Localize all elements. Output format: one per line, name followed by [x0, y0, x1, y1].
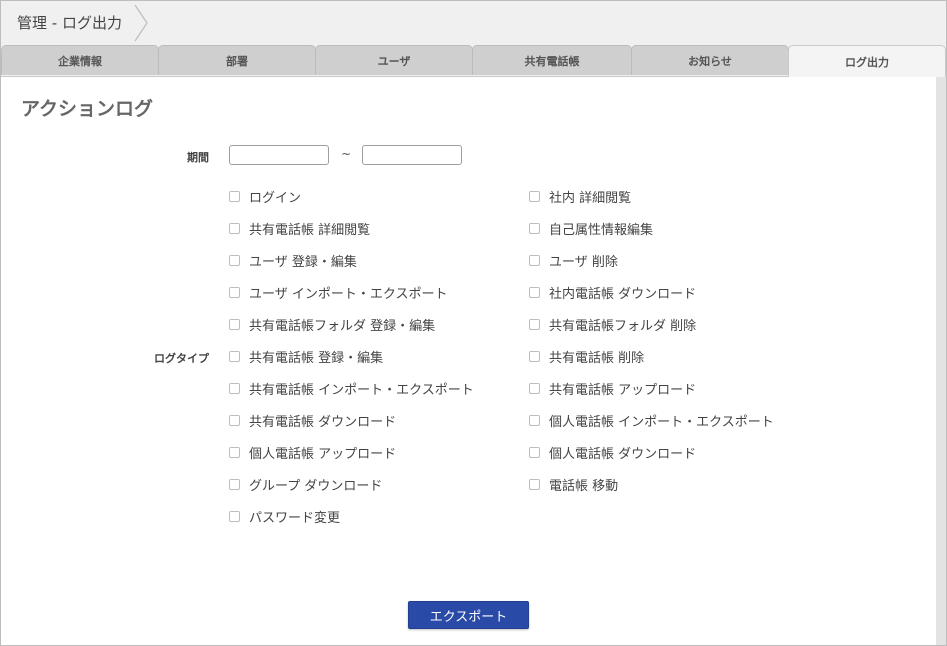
checkbox-icon[interactable]	[229, 414, 240, 426]
tab-bar: 企業情報 部署 ユーザ 共有電話帳 お知らせ ログ出力	[1, 45, 946, 77]
option-label: 共有電話帳フォルダ 削除	[549, 318, 697, 334]
option-label: ユーザ 削除	[549, 254, 618, 270]
checkbox-icon[interactable]	[529, 446, 540, 458]
chevron-right-icon	[134, 4, 148, 42]
checkbox-icon[interactable]	[529, 478, 540, 490]
logtype-option-user-delete[interactable]: ユーザ 削除	[529, 251, 618, 270]
logtype-option-shared-upload[interactable]: 共有電話帳 アップロード	[529, 379, 697, 398]
checkbox-icon[interactable]	[229, 318, 240, 330]
logtype-option-shared-detail[interactable]: 共有電話帳 詳細閲覧	[229, 219, 371, 238]
logtype-option-internal-download[interactable]: 社内電話帳 ダウンロード	[529, 283, 697, 302]
checkbox-icon[interactable]	[229, 510, 240, 522]
checkbox-icon[interactable]	[529, 382, 540, 394]
logtype-label: ログタイプ	[154, 352, 209, 365]
tab-department[interactable]: 部署	[158, 45, 316, 75]
logtype-option-shared-edit[interactable]: 共有電話帳 登録・編集	[229, 347, 384, 366]
option-label: 共有電話帳 インポート・エクスポート	[249, 382, 474, 398]
app-window: 管理 - ログ出力 企業情報 部署 ユーザ 共有電話帳 お知らせ ログ出力 アク…	[0, 0, 947, 646]
breadcrumb: 管理 - ログ出力	[17, 14, 122, 32]
tab-label: 部署	[226, 54, 248, 68]
period-label: 期間	[187, 151, 209, 164]
checkbox-icon[interactable]	[229, 350, 240, 362]
tab-label: ログ出力	[845, 55, 889, 69]
logtype-option-shared-folder-edit[interactable]: 共有電話帳フォルダ 登録・編集	[229, 315, 436, 334]
checkbox-icon[interactable]	[229, 286, 240, 298]
page-title: アクションログ	[21, 98, 154, 120]
checkbox-icon[interactable]	[229, 478, 240, 490]
option-label: 共有電話帳 ダウンロード	[249, 414, 397, 430]
logtype-option-password-change[interactable]: パスワード変更	[229, 507, 341, 526]
period-from-input[interactable]	[229, 145, 329, 165]
option-label: 共有電話帳 削除	[549, 350, 645, 366]
checkbox-icon[interactable]	[529, 190, 540, 202]
checkbox-icon[interactable]	[229, 446, 240, 458]
tab-label: 企業情報	[58, 54, 102, 68]
option-label: 自己属性情報編集	[549, 222, 654, 238]
option-label: 共有電話帳 アップロード	[549, 382, 697, 398]
logtype-option-shared-delete[interactable]: 共有電話帳 削除	[529, 347, 645, 366]
tab-label: お知らせ	[688, 54, 732, 68]
logtype-option-personal-import-export[interactable]: 個人電話帳 インポート・エクスポート	[529, 411, 774, 430]
header-bar: 管理 - ログ出力	[1, 1, 946, 45]
tab-company-info[interactable]: 企業情報	[1, 45, 159, 75]
checkbox-icon[interactable]	[229, 382, 240, 394]
option-label: 個人電話帳 ダウンロード	[549, 446, 697, 462]
period-to-input[interactable]	[362, 145, 462, 165]
tab-users[interactable]: ユーザ	[315, 45, 473, 75]
option-label: 共有電話帳 登録・編集	[249, 350, 384, 366]
option-label: 社内電話帳 ダウンロード	[549, 286, 697, 302]
tab-notices[interactable]: お知らせ	[631, 45, 789, 75]
option-label: パスワード変更	[249, 510, 341, 526]
logtype-option-login[interactable]: ログイン	[229, 187, 302, 206]
checkbox-icon[interactable]	[229, 190, 240, 202]
logtype-option-shared-folder-delete[interactable]: 共有電話帳フォルダ 削除	[529, 315, 697, 334]
tab-log-output[interactable]: ログ出力	[788, 45, 946, 77]
logtype-option-user-import-export[interactable]: ユーザ インポート・エクスポート	[229, 283, 448, 302]
option-label: 個人電話帳 アップロード	[249, 446, 397, 462]
option-label: ユーザ インポート・エクスポート	[249, 286, 448, 302]
tab-label: 共有電話帳	[524, 54, 580, 68]
option-label: ログイン	[249, 190, 302, 206]
option-label: 電話帳 移動	[549, 478, 619, 494]
logtype-option-user-edit[interactable]: ユーザ 登録・編集	[229, 251, 357, 270]
option-label: 共有電話帳 詳細閲覧	[249, 222, 371, 238]
option-label: グループ ダウンロード	[249, 478, 383, 494]
logtype-option-self-attribute-edit[interactable]: 自己属性情報編集	[529, 219, 654, 238]
logtype-option-group-download[interactable]: グループ ダウンロード	[229, 475, 383, 494]
logtype-option-shared-import-export[interactable]: 共有電話帳 インポート・エクスポート	[229, 379, 474, 398]
logtype-option-personal-download[interactable]: 個人電話帳 ダウンロード	[529, 443, 697, 462]
checkbox-icon[interactable]	[229, 254, 240, 266]
main-content: アクションログ 期間 ~ ログタイプ ログイン 共有電話帳 詳細閲覧 ユーザ 登…	[1, 77, 936, 645]
vertical-scrollbar[interactable]	[936, 77, 946, 645]
option-label: 個人電話帳 インポート・エクスポート	[549, 414, 774, 430]
logtype-option-shared-download[interactable]: 共有電話帳 ダウンロード	[229, 411, 397, 430]
option-label: ユーザ 登録・編集	[249, 254, 357, 270]
option-label: 共有電話帳フォルダ 登録・編集	[249, 318, 436, 334]
tab-shared-phonebook[interactable]: 共有電話帳	[472, 45, 632, 75]
export-button[interactable]: エクスポート	[408, 601, 529, 629]
logtype-option-internal-detail[interactable]: 社内 詳細閲覧	[529, 187, 632, 206]
period-separator: ~	[341, 147, 352, 161]
checkbox-icon[interactable]	[529, 222, 540, 234]
checkbox-icon[interactable]	[529, 286, 540, 298]
logtype-option-personal-upload[interactable]: 個人電話帳 アップロード	[229, 443, 397, 462]
option-label: 社内 詳細閲覧	[549, 190, 632, 206]
logtype-option-phonebook-move[interactable]: 電話帳 移動	[529, 475, 619, 494]
checkbox-icon[interactable]	[529, 254, 540, 266]
checkbox-icon[interactable]	[529, 318, 540, 330]
tab-label: ユーザ	[377, 54, 411, 68]
checkbox-icon[interactable]	[529, 350, 540, 362]
checkbox-icon[interactable]	[229, 222, 240, 234]
checkbox-icon[interactable]	[529, 414, 540, 426]
